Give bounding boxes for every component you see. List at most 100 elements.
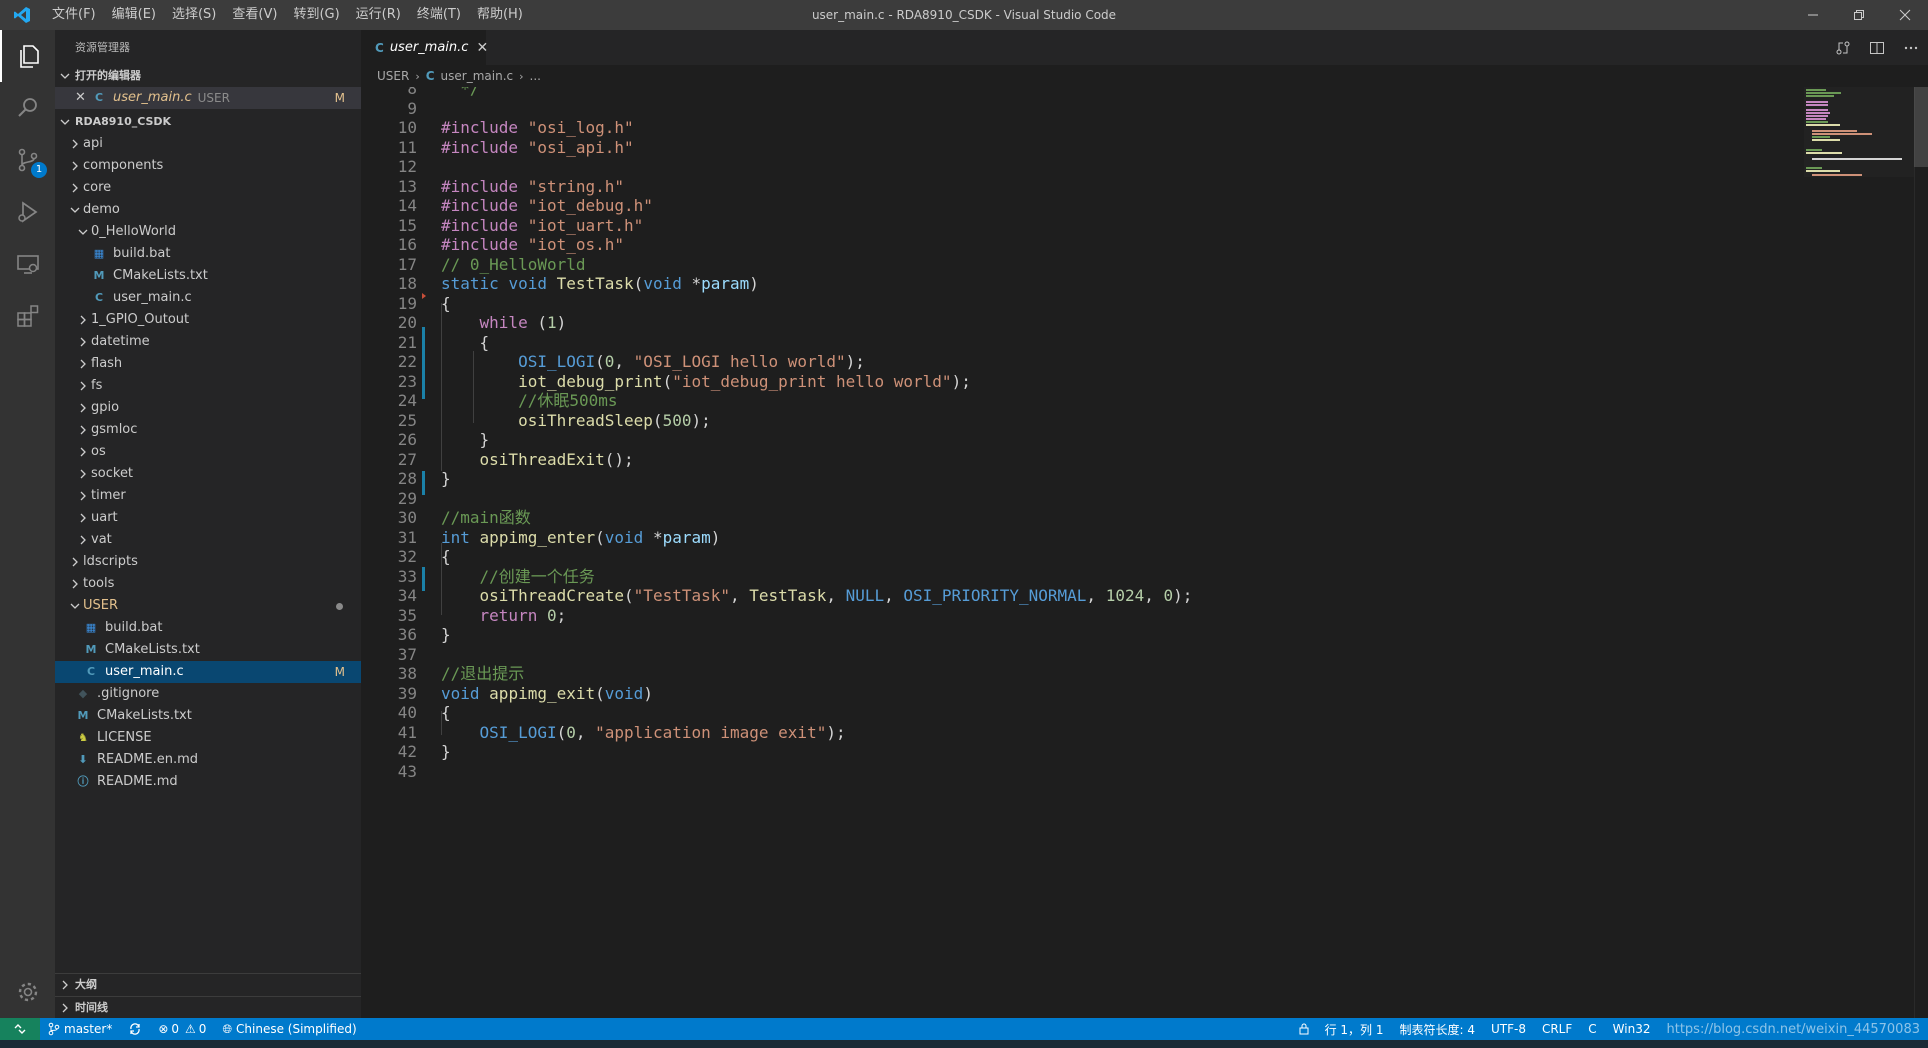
git-change-marker[interactable] (422, 327, 425, 399)
problems-status[interactable]: ⊗ 0 ⚠ 0 (150, 1018, 214, 1040)
folder-item[interactable]: os (55, 441, 361, 463)
code-line[interactable]: #include "osi_api.h" (441, 136, 634, 160)
menu-item[interactable]: 运行(R) (348, 0, 409, 30)
cursor-position[interactable]: 行 1，列 1 (1317, 1018, 1392, 1040)
code-editor[interactable]: 8 */9 10 #include "osi_log.h" 11 #include "o… (361, 87, 1928, 1018)
file-item[interactable]: ♞ LICENSE (55, 727, 361, 749)
folder-item[interactable]: USER (55, 595, 361, 617)
file-item[interactable]: ▦ build.bat (55, 243, 361, 265)
breadcrumb-file[interactable]: user_main.c (441, 69, 514, 83)
folder-item[interactable]: 0_HelloWorld (55, 221, 361, 243)
git-deleted-marker[interactable] (422, 293, 426, 299)
file-item[interactable]: M CMakeLists.txt (55, 705, 361, 727)
menu-item[interactable]: 选择(S) (164, 0, 224, 30)
file-item[interactable]: Cuser_main.c M (55, 661, 361, 683)
run-debug-icon[interactable] (0, 186, 55, 238)
more-actions-icon[interactable] (1894, 30, 1928, 65)
file-item[interactable]: ▦ build.bat (55, 617, 361, 639)
breadcrumb-folder[interactable]: USER (377, 69, 409, 83)
folder-item[interactable]: socket (55, 463, 361, 485)
open-editors-header[interactable]: 打开的编辑器 (55, 65, 361, 87)
open-editor-item[interactable]: ✕ C user_main.c USER M (55, 87, 361, 109)
menu-item[interactable]: 帮助(H) (469, 0, 531, 30)
file-item[interactable]: ⓘ README.md (55, 771, 361, 793)
scrollbar-thumb[interactable] (1914, 87, 1928, 167)
language-mode[interactable]: C (1580, 1018, 1604, 1040)
encoding[interactable]: UTF-8 (1483, 1018, 1534, 1040)
file-item[interactable]: ◆ .gitignore (55, 683, 361, 705)
close-icon[interactable]: ✕ (75, 87, 91, 109)
code-line[interactable]: static void TestTask(void *param) (441, 272, 759, 296)
menu-item[interactable]: 终端(T) (409, 0, 469, 30)
file-item[interactable]: M CMakeLists.txt (55, 265, 361, 287)
folder-item[interactable]: vat (55, 529, 361, 551)
code-token: 500 (662, 410, 692, 430)
code-line[interactable]: } (441, 740, 451, 764)
minimize-icon[interactable] (1790, 0, 1836, 30)
extensions-icon[interactable] (0, 290, 55, 342)
code-line[interactable]: } (441, 623, 451, 647)
language-pack-status[interactable]: 🌐︎ Chinese (Simplified) (214, 1018, 364, 1040)
code-line[interactable]: OSI_LOGI(0, "application image exit"); (441, 721, 846, 745)
folder-item[interactable]: 1_GPIO_Outout (55, 309, 361, 331)
folder-item[interactable]: flash (55, 353, 361, 375)
folder-item[interactable]: components (55, 155, 361, 177)
end-of-line[interactable]: CRLF (1534, 1018, 1580, 1040)
tree-item-label: core (83, 180, 112, 195)
indentation[interactable]: 制表符长度: 4 (1391, 1018, 1483, 1040)
split-editor-icon[interactable] (1860, 30, 1894, 65)
git-change-marker[interactable] (422, 471, 425, 495)
folder-item[interactable]: uart (55, 507, 361, 529)
settings-gear-icon[interactable] (0, 966, 55, 1018)
code-line[interactable]: return 0; (441, 604, 567, 628)
menu-item[interactable]: 转到(G) (285, 0, 347, 30)
folder-item[interactable]: demo (55, 199, 361, 221)
outline-header[interactable]: 大纲 (55, 974, 361, 996)
search-icon[interactable] (0, 82, 55, 134)
folder-item[interactable]: ldscripts (55, 551, 361, 573)
remote-icon[interactable] (0, 1018, 40, 1040)
folder-item[interactable]: api (55, 133, 361, 155)
close-window-icon[interactable] (1882, 0, 1928, 30)
menu-item[interactable]: 查看(V) (224, 0, 285, 30)
restore-icon[interactable] (1836, 0, 1882, 30)
folder-item[interactable]: datetime (55, 331, 361, 353)
lock-icon[interactable] (1291, 1018, 1317, 1040)
project-header[interactable]: RDA8910_CSDK (55, 111, 361, 133)
close-icon[interactable]: ✕ (476, 40, 488, 56)
configuration[interactable]: Win32 (1605, 1018, 1659, 1040)
breadcrumb-symbol[interactable]: ... (530, 69, 541, 83)
code-token: "iot_debug.h" (527, 196, 653, 215)
minimap[interactable] (1804, 87, 1914, 177)
menu-item[interactable]: 编辑(E) (104, 0, 164, 30)
code-token: osiThreadSleep (518, 410, 653, 430)
code-line[interactable]: */ (441, 87, 479, 101)
open-changes-icon[interactable] (1826, 30, 1860, 65)
remote-explorer-icon[interactable] (0, 238, 55, 290)
menu-item[interactable]: 文件(F) (44, 0, 104, 30)
code-line[interactable]: void appimg_exit(void) (441, 682, 653, 706)
git-change-marker[interactable] (422, 567, 425, 591)
folder-item[interactable]: gpio (55, 397, 361, 419)
folder-item[interactable]: gsmloc (55, 419, 361, 441)
vertical-scrollbar[interactable] (1914, 87, 1928, 1018)
explorer-icon[interactable] (0, 30, 55, 82)
sync-icon[interactable] (120, 1018, 150, 1040)
folder-item[interactable]: timer (55, 485, 361, 507)
code-line[interactable]: } (441, 467, 451, 491)
code-line[interactable]: osiThreadExit(); (441, 448, 634, 472)
code-line[interactable]: int appimg_enter(void *param) (441, 526, 720, 550)
tab-user-main[interactable]: C user_main.c ✕ (361, 30, 488, 65)
folder-item[interactable]: tools (55, 573, 361, 595)
timeline-header[interactable]: 时间线 (55, 996, 361, 1018)
folder-item[interactable]: core (55, 177, 361, 199)
folder-item[interactable]: fs (55, 375, 361, 397)
chevron-down-icon (75, 227, 91, 237)
file-item[interactable]: ⬇ README.en.md (55, 749, 361, 771)
branch-status[interactable]: master* (40, 1018, 120, 1040)
file-item[interactable]: M CMakeLists.txt (55, 639, 361, 661)
file-item[interactable]: Cuser_main.c (55, 287, 361, 309)
source-control-icon[interactable]: 1 (0, 134, 55, 186)
